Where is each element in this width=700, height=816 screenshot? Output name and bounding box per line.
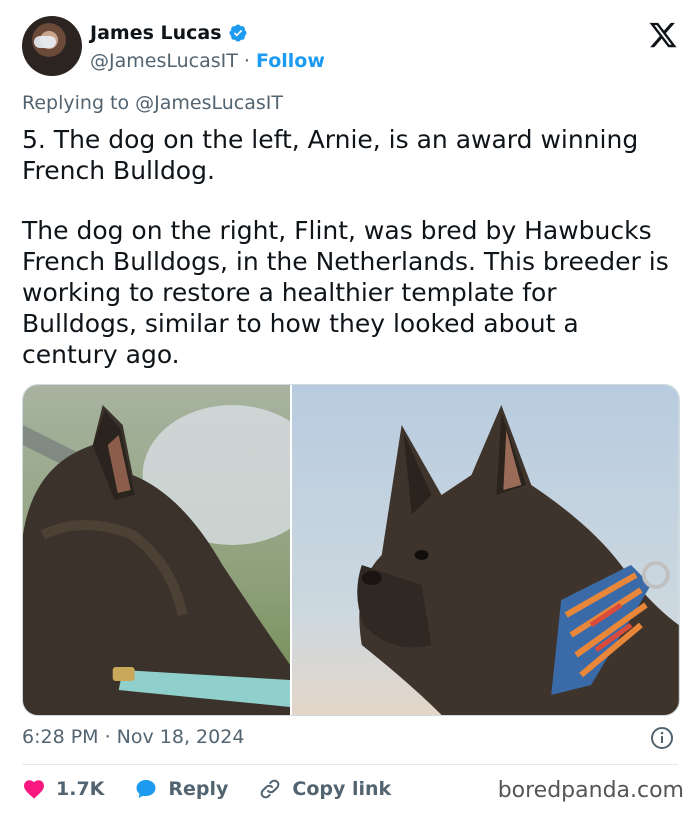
tweet-paragraph: The dog on the right, Flint, was bred by…	[22, 216, 669, 369]
dog-photo-left[interactable]	[23, 385, 291, 715]
tweet-header: James Lucas @JamesLucasIT · Follow	[22, 16, 678, 80]
author-name-row: James Lucas	[90, 22, 248, 44]
author-handle[interactable]: @JamesLucasIT	[90, 50, 238, 72]
like-button[interactable]: 1.7K	[22, 777, 104, 801]
heart-icon	[24, 780, 44, 799]
divider	[22, 764, 678, 765]
verified-badge-icon	[228, 24, 247, 42]
tweet-actions: 1.7K Reply Copy link	[22, 774, 421, 804]
copy-link-button[interactable]: Copy link	[258, 777, 391, 801]
like-count: 1.7K	[56, 778, 105, 800]
link-icon	[261, 779, 280, 799]
separator: ·	[243, 50, 250, 72]
author-handle-row: @JamesLucasIT · Follow	[90, 50, 325, 72]
copy-link-label: Copy link	[292, 778, 392, 800]
author-name[interactable]: James Lucas	[90, 22, 222, 44]
avatar[interactable]	[22, 16, 82, 76]
reply-bubble-icon	[136, 780, 156, 798]
tweet-paragraph: 5. The dog on the left, Arnie, is an awa…	[22, 125, 639, 185]
reply-label: Reply	[168, 778, 229, 800]
watermark: boredpanda.com	[497, 778, 684, 803]
timestamp-row: 6:28 PM · Nov 18, 2024	[22, 726, 678, 752]
tweet-text: 5. The dog on the left, Arnie, is an awa…	[22, 124, 678, 399]
dog-arnie-image	[23, 385, 291, 715]
dog-photo-right[interactable]	[290, 385, 679, 715]
reply-button[interactable]: Reply	[134, 777, 228, 801]
dog-flint-image	[292, 385, 679, 715]
follow-button[interactable]: Follow	[256, 50, 325, 72]
info-icon[interactable]	[650, 726, 674, 750]
tweet-media[interactable]	[22, 384, 680, 716]
x-logo-icon[interactable]	[648, 20, 678, 50]
tweet-timestamp[interactable]: 6:28 PM · Nov 18, 2024	[22, 726, 244, 748]
replying-to-label: Replying to @JamesLucasIT	[22, 92, 283, 114]
